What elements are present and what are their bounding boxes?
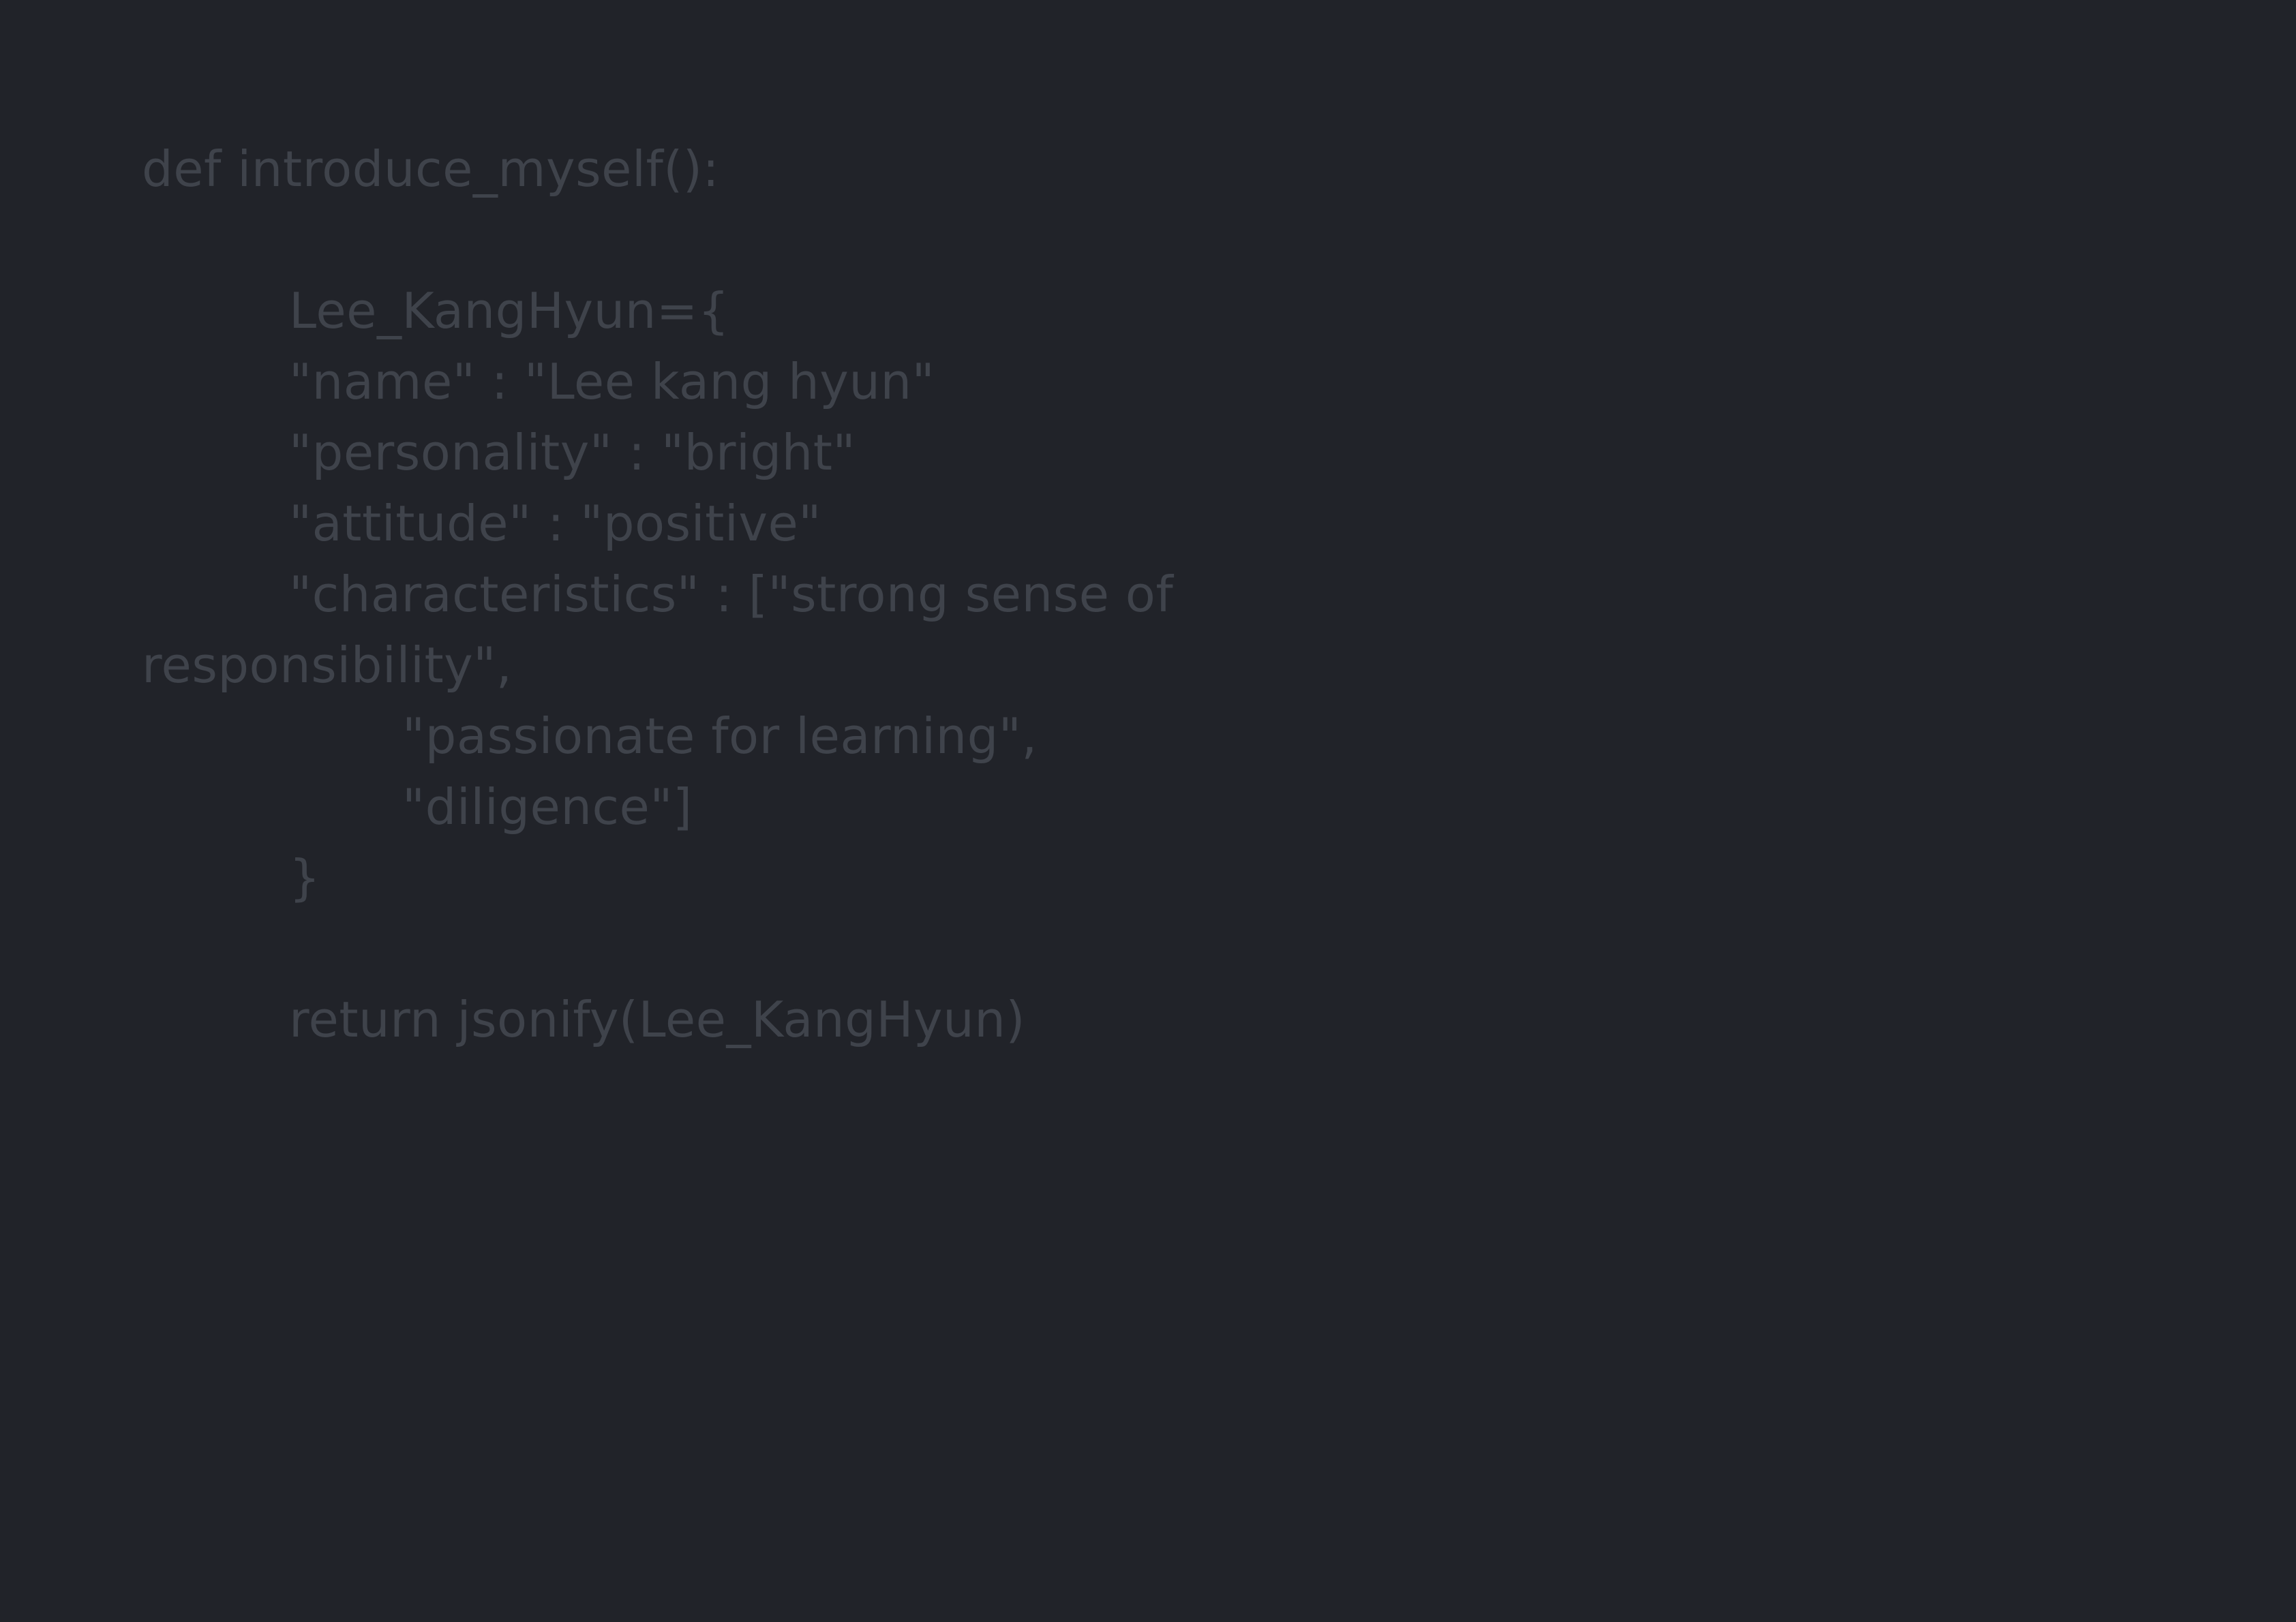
code-line-diligence: "diligence"]	[402, 778, 693, 836]
code-line-name: "name" : "Lee kang hyun"	[289, 353, 935, 410]
editor-canvas: def introduce_myself(): Lee_KangHyun={ "…	[0, 0, 2296, 1622]
code-line-attitude: "attitude" : "positive"	[289, 495, 821, 552]
code-line-characteristics: "characteristics" : ["strong sense of	[289, 566, 1174, 623]
code-line-def: def introduce_myself():	[142, 140, 720, 198]
code-line-characteristics-wrap: responsibility",	[142, 637, 513, 694]
code-line-passionate: "passionate for learning",	[402, 707, 1038, 765]
code-line-dict-close: }	[289, 849, 321, 906]
code-line-dict-open: Lee_KangHyun={	[289, 282, 729, 339]
code-block: def introduce_myself(): Lee_KangHyun={ "…	[0, 0, 2296, 1622]
code-line-return: return jsonify(Lee_KangHyun)	[289, 991, 1025, 1048]
code-line-personality: "personality" : "bright"	[289, 424, 856, 481]
